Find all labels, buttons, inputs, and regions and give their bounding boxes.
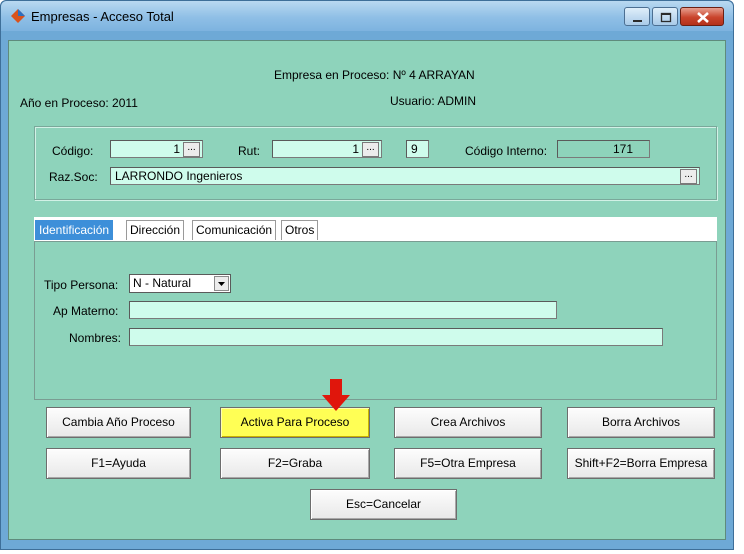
activa-proceso-button[interactable]: Activa Para Proceso	[220, 407, 370, 438]
tab-control: Identificación Dirección Comunicación Ot…	[34, 217, 717, 400]
tab-panel-identificacion: Tipo Persona: N - Natural Ap Materno: No…	[34, 241, 717, 400]
tipo-persona-value: N - Natural	[133, 276, 192, 290]
client-area: Empresa en Proceso: Nº 4 ARRAYAN Año en …	[8, 40, 726, 540]
tab-comunicacion[interactable]: Comunicación	[192, 220, 277, 240]
rut-lookup-button[interactable]: ...	[362, 142, 379, 157]
nombres-field[interactable]	[129, 328, 663, 346]
anio-en-proceso: Año en Proceso: 2011	[20, 96, 138, 110]
tipo-persona-select[interactable]: N - Natural	[129, 274, 231, 293]
close-icon	[697, 12, 709, 23]
f5-otra-empresa-button[interactable]: F5=Otra Empresa	[394, 448, 542, 479]
tab-strip: Identificación Dirección Comunicación Ot…	[34, 217, 717, 241]
ap-materno-label: Ap Materno:	[53, 304, 119, 318]
window-title: Empresas - Acceso Total	[31, 9, 174, 24]
tipo-persona-label: Tipo Persona:	[44, 278, 119, 292]
shift-f2-borra-empresa-button[interactable]: Shift+F2=Borra Empresa	[567, 448, 715, 479]
minimize-icon	[633, 20, 642, 22]
ap-materno-field[interactable]	[129, 301, 557, 319]
chevron-down-icon	[218, 282, 225, 286]
cambia-anio-button[interactable]: Cambia Año Proceso	[46, 407, 191, 438]
codigo-label: Código:	[52, 144, 94, 158]
codigo-interno-field: 171	[557, 140, 650, 158]
annotation-arrow-down-icon	[322, 379, 350, 411]
f1-ayuda-button[interactable]: F1=Ayuda	[46, 448, 191, 479]
tab-otros[interactable]: Otros	[281, 220, 319, 240]
main-window: Empresas - Acceso Total Empresa en Proce…	[0, 0, 734, 550]
razsoc-lookup-button[interactable]: ...	[680, 169, 697, 184]
maximize-icon	[660, 12, 672, 23]
rut-dv-field[interactable]: 9	[406, 140, 429, 158]
borra-archivos-button[interactable]: Borra Archivos	[567, 407, 715, 438]
company-groupbox	[34, 126, 717, 200]
rut-label: Rut:	[238, 144, 261, 158]
usuario-label: Usuario: ADMIN	[390, 94, 477, 108]
crea-archivos-button[interactable]: Crea Archivos	[394, 407, 542, 438]
dropdown-button[interactable]	[214, 276, 229, 291]
app-diamond-icon	[11, 9, 25, 23]
codigo-interno-label: Código Interno:	[465, 144, 548, 158]
nombres-label: Nombres:	[69, 331, 122, 345]
tab-identificacion[interactable]: Identificación	[35, 220, 114, 240]
maximize-button[interactable]	[652, 7, 678, 26]
esc-cancelar-button[interactable]: Esc=Cancelar	[310, 489, 457, 520]
minimize-button[interactable]	[624, 7, 650, 26]
razsoc-field[interactable]: LARRONDO Ingenieros	[110, 167, 700, 185]
f2-graba-button[interactable]: F2=Graba	[220, 448, 370, 479]
razsoc-label: Raz.Soc:	[49, 170, 98, 184]
codigo-lookup-button[interactable]: ...	[183, 142, 200, 157]
title-bar[interactable]: Empresas - Acceso Total	[1, 1, 733, 31]
tab-direccion[interactable]: Dirección	[126, 220, 185, 240]
close-button[interactable]	[680, 7, 724, 26]
empresa-en-proceso: Empresa en Proceso: Nº 4 ARRAYAN	[274, 68, 475, 82]
